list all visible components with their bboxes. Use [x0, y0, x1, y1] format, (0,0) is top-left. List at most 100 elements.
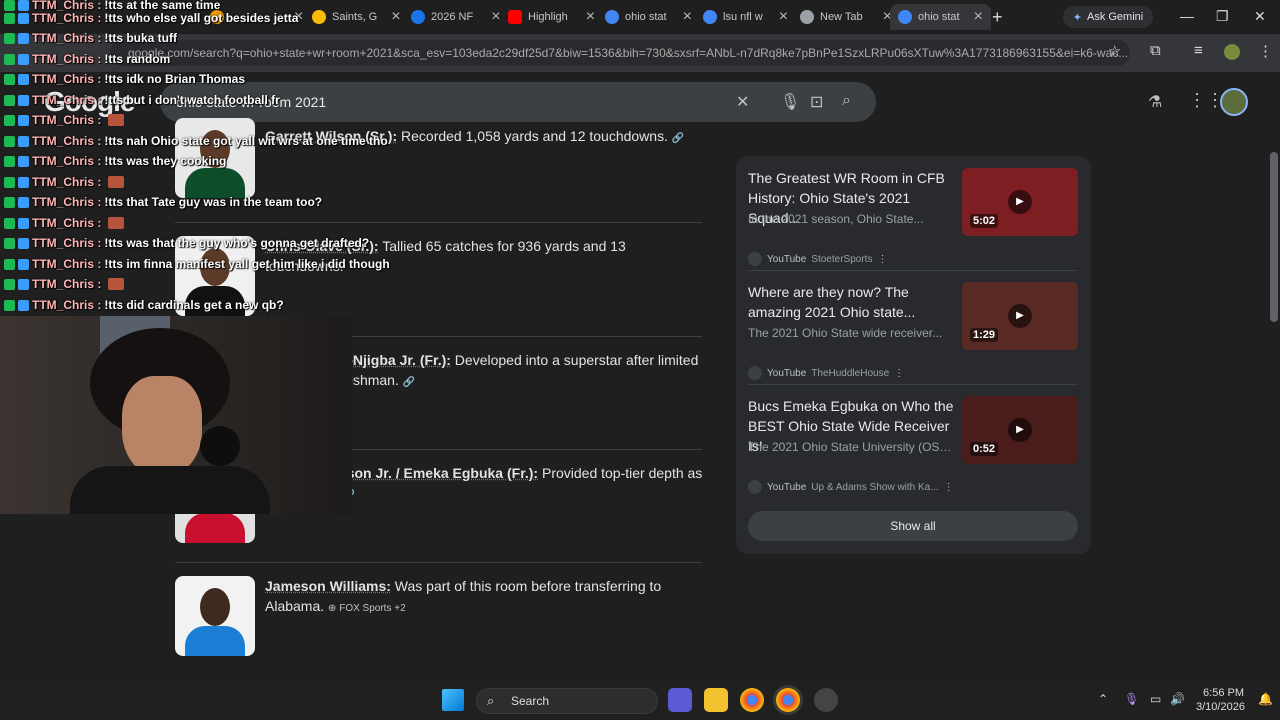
- mod-badge-icon: [4, 94, 15, 106]
- mod-badge-icon: [4, 73, 15, 85]
- page-scrollbar[interactable]: [1268, 72, 1280, 680]
- play-icon[interactable]: ▶: [1008, 190, 1032, 214]
- google-apps-icon[interactable]: ⋮⋮: [1188, 90, 1224, 111]
- video-result[interactable]: Where are they now? The amazing 2021 Ohi…: [748, 282, 1078, 392]
- account-avatar[interactable]: [1220, 88, 1248, 116]
- tab-4[interactable]: ohio stat ×: [605, 4, 692, 30]
- video-title[interactable]: Where are they now? The amazing 2021 Ohi…: [748, 282, 958, 322]
- tab-3[interactable]: Highligh ×: [508, 4, 595, 30]
- address-bar[interactable]: google.com/search?q=ohio+state+wr+room+2…: [110, 40, 1130, 66]
- browser-menu-icon[interactable]: ⋮: [1258, 42, 1273, 60]
- google-icon: [703, 10, 717, 24]
- tab-close-icon[interactable]: ×: [491, 8, 500, 26]
- chat-username: TTM_Chris :: [32, 175, 102, 189]
- more-options-icon[interactable]: ⋮: [944, 482, 954, 493]
- video-channel: StoeterSports: [811, 253, 873, 265]
- file-explorer-icon[interactable]: [704, 688, 728, 712]
- tab-close-icon[interactable]: ×: [779, 8, 788, 26]
- video-result[interactable]: The Greatest WR Room in CFB History: Ohi…: [748, 168, 1078, 278]
- tab-title: Highligh: [528, 11, 568, 23]
- notifications-icon[interactable]: 🔔: [1258, 692, 1273, 706]
- volume-icon[interactable]: 🔊: [1170, 692, 1185, 706]
- more-options-icon[interactable]: ⋮: [877, 254, 887, 265]
- headset: [200, 426, 240, 466]
- reading-list-icon[interactable]: ≡: [1194, 42, 1203, 59]
- chat-message: TTM_Chris : !tts who else yall got beside…: [4, 9, 298, 27]
- store-icon[interactable]: [668, 688, 692, 712]
- youtube-icon: [748, 480, 762, 494]
- chat-text: !tts idk no Brian Thomas: [104, 72, 246, 86]
- chat-text: !tts was that the guy who's gonna get dr…: [104, 236, 370, 250]
- youtube-icon: [748, 252, 762, 266]
- chat-username: TTM_Chris :: [32, 72, 102, 86]
- link-icon[interactable]: 🔗: [672, 133, 684, 144]
- scrollbar-thumb[interactable]: [1270, 152, 1278, 322]
- more-options-icon[interactable]: ⋮: [894, 368, 904, 379]
- tab-close-icon[interactable]: ×: [683, 8, 692, 26]
- chat-message: TTM_Chris : !tts im finna manifest yall g…: [4, 255, 390, 273]
- player-name[interactable]: Jameson Williams:: [265, 578, 391, 594]
- lens-icon[interactable]: ⊡: [810, 92, 823, 112]
- chat-text: !tts but i don't watch football fr: [104, 93, 280, 107]
- youtube-icon: [508, 10, 522, 24]
- verified-badge-icon: [18, 196, 29, 208]
- video-thumbnail[interactable]: ▶ 5:02: [962, 168, 1078, 236]
- taskbar-search[interactable]: ⌕ Search: [476, 688, 658, 714]
- search-icon[interactable]: ⌕: [842, 92, 851, 110]
- chrome-active-icon[interactable]: [776, 688, 800, 712]
- microphone-icon[interactable]: 🎙: [1124, 692, 1139, 706]
- chat-username: TTM_Chris :: [32, 93, 102, 107]
- chat-username: TTM_Chris :: [32, 195, 102, 209]
- chat-message: TTM_Chris : !tts was they cooking: [4, 152, 226, 170]
- tab-close-icon[interactable]: ×: [974, 8, 983, 26]
- play-icon[interactable]: ▶: [1008, 418, 1032, 442]
- minimize-icon[interactable]: —: [1180, 8, 1194, 24]
- verified-badge-icon: [18, 278, 29, 290]
- tab-5[interactable]: lsu nfl w ×: [703, 4, 788, 30]
- window-close-icon[interactable]: ✕: [1254, 8, 1266, 25]
- show-all-button[interactable]: Show all: [748, 511, 1078, 541]
- source-chip[interactable]: ⊕ FOX Sports +2: [328, 603, 406, 614]
- gemini-icon: ✦: [1072, 11, 1082, 24]
- chat-text: !tts who else yall got besides jetta: [104, 11, 299, 25]
- chat-username: TTM_Chris :: [32, 236, 102, 250]
- divider: [748, 384, 1078, 385]
- labs-icon[interactable]: ⚗: [1148, 92, 1162, 112]
- chat-username: TTM_Chris :: [32, 11, 102, 25]
- obs-icon[interactable]: [814, 688, 838, 712]
- voice-search-icon[interactable]: 🎙: [780, 92, 800, 112]
- player-photo[interactable]: [175, 576, 255, 656]
- mod-badge-icon: [4, 135, 15, 147]
- video-result[interactable]: Bucs Emeka Egbuka on Who the BEST Ohio S…: [748, 396, 1078, 506]
- tray-overflow-icon[interactable]: ⌃: [1098, 692, 1108, 706]
- chat-message: TTM_Chris : !tts was that the guy who's g…: [4, 234, 369, 252]
- new-tab-icon[interactable]: +: [992, 4, 1003, 30]
- taskbar-clock[interactable]: 6:56 PM 3/10/2026: [1196, 686, 1245, 714]
- chrome-icon[interactable]: [740, 688, 764, 712]
- ask-gemini-button[interactable]: ✦ Ask Gemini: [1063, 6, 1153, 28]
- video-thumbnail[interactable]: ▶ 1:29: [962, 282, 1078, 350]
- play-icon[interactable]: ▶: [1008, 304, 1032, 328]
- video-platform: YouTube: [767, 253, 807, 265]
- tab-close-icon[interactable]: ×: [391, 8, 400, 26]
- extensions-icon[interactable]: ⧉: [1150, 42, 1161, 59]
- start-menu-icon[interactable]: [442, 689, 464, 711]
- tab-close-icon[interactable]: ×: [586, 8, 595, 26]
- restore-icon[interactable]: ❐: [1216, 8, 1229, 25]
- tab-2[interactable]: 2026 NF ×: [411, 4, 501, 30]
- network-icon[interactable]: ▭: [1150, 692, 1161, 706]
- clear-search-icon[interactable]: ✕: [736, 92, 749, 112]
- mod-badge-icon: [4, 53, 15, 65]
- tab-6[interactable]: New Tab ×: [800, 4, 892, 30]
- verified-badge-icon: [18, 237, 29, 249]
- link-icon[interactable]: 🔗: [403, 377, 415, 388]
- bookmark-star-icon[interactable]: ☆: [1108, 42, 1121, 60]
- mod-badge-icon: [4, 176, 15, 188]
- tab-title: 2026 NF: [431, 11, 474, 23]
- profile-avatar[interactable]: [1224, 44, 1240, 60]
- tab-7-active[interactable]: ohio stat ×: [890, 4, 991, 30]
- tab-1[interactable]: Saints, G ×: [312, 4, 401, 30]
- chat-username: TTM_Chris :: [32, 298, 102, 312]
- video-thumbnail[interactable]: ▶ 0:52: [962, 396, 1078, 464]
- verified-badge-icon: [18, 32, 29, 44]
